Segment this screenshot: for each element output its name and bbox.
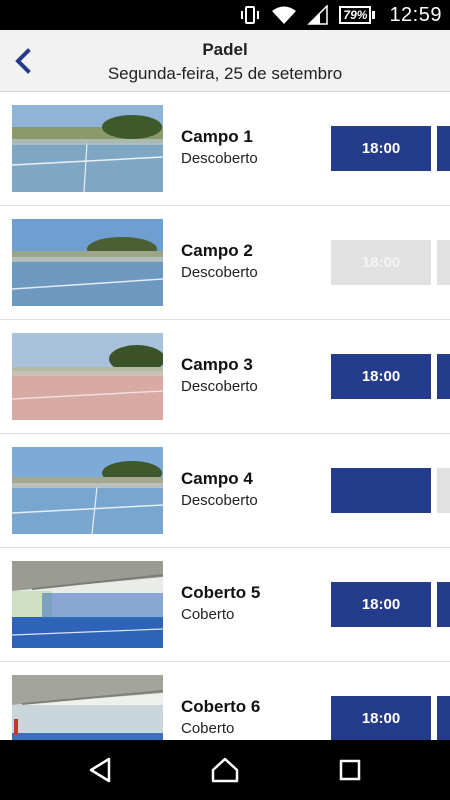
- court-photo: [12, 561, 163, 648]
- court-name: Coberto 5: [181, 583, 261, 602]
- time-slot-button[interactable]: 18:00: [331, 126, 431, 171]
- court-type: Descoberto: [181, 492, 258, 509]
- court-name: Campo 1: [181, 127, 253, 146]
- battery-level: 79%: [339, 6, 372, 24]
- court-row: Campo 3 Descoberto 18:00: [0, 320, 450, 434]
- wifi-icon: [271, 5, 297, 25]
- vibrate-icon: [239, 5, 261, 25]
- court-list[interactable]: Campo 1 Descoberto 18:00 Campo 2 Descobe…: [0, 92, 450, 740]
- time-slot-button[interactable]: 18:00: [331, 240, 431, 285]
- nav-recent-button[interactable]: [330, 750, 370, 790]
- page-title: Padel: [202, 40, 248, 59]
- time-slot-button[interactable]: [331, 468, 431, 513]
- court-photo: [12, 333, 163, 420]
- court-name: Coberto 6: [181, 697, 261, 716]
- time-slot-button[interactable]: 18:00: [331, 354, 431, 399]
- time-slot-button[interactable]: [437, 468, 450, 513]
- signal-icon: [307, 4, 329, 25]
- time-slot-button[interactable]: 18:00: [331, 696, 431, 740]
- court-photo: [12, 675, 163, 740]
- court-type: Coberto: [181, 720, 235, 737]
- time-slot-button[interactable]: [437, 582, 450, 627]
- nav-back-icon: [89, 757, 111, 783]
- time-slot-button[interactable]: [437, 126, 450, 171]
- court-row: Campo 4 Descoberto: [0, 434, 450, 548]
- court-photo: [12, 105, 163, 192]
- clock: 12:59: [389, 3, 442, 26]
- court-type: Descoberto: [181, 150, 258, 167]
- court-name: Campo 4: [181, 469, 253, 488]
- court-row: Coberto 5 Coberto 18:00: [0, 548, 450, 662]
- nav-recent-icon: [339, 759, 361, 781]
- time-slot-button[interactable]: 18:00: [331, 582, 431, 627]
- time-slot-button[interactable]: [437, 354, 450, 399]
- court-type: Descoberto: [181, 378, 258, 395]
- court-row: Campo 2 Descoberto 18:00: [0, 206, 450, 320]
- court-name: Campo 3: [181, 355, 253, 374]
- court-type: Coberto: [181, 606, 235, 623]
- battery-icon: 79%: [339, 6, 376, 24]
- nav-home-icon: [211, 757, 239, 783]
- status-bar: 79% 12:59: [0, 0, 450, 30]
- court-name: Campo 2: [181, 241, 253, 260]
- navigation-bar: [0, 740, 450, 800]
- court-photo: [12, 219, 163, 306]
- court-type: Descoberto: [181, 264, 258, 281]
- page-subtitle: Segunda-feira, 25 de setembro: [107, 64, 343, 83]
- nav-back-button[interactable]: [80, 750, 120, 790]
- time-slot-button[interactable]: [437, 240, 450, 285]
- time-slot-button[interactable]: [437, 696, 450, 740]
- court-photo: [12, 447, 163, 534]
- nav-home-button[interactable]: [205, 750, 245, 790]
- app-header: Padel Segunda-feira, 25 de setembro: [0, 30, 450, 92]
- court-row: Coberto 6 Coberto 18:00: [0, 662, 450, 740]
- court-row: Campo 1 Descoberto 18:00: [0, 92, 450, 206]
